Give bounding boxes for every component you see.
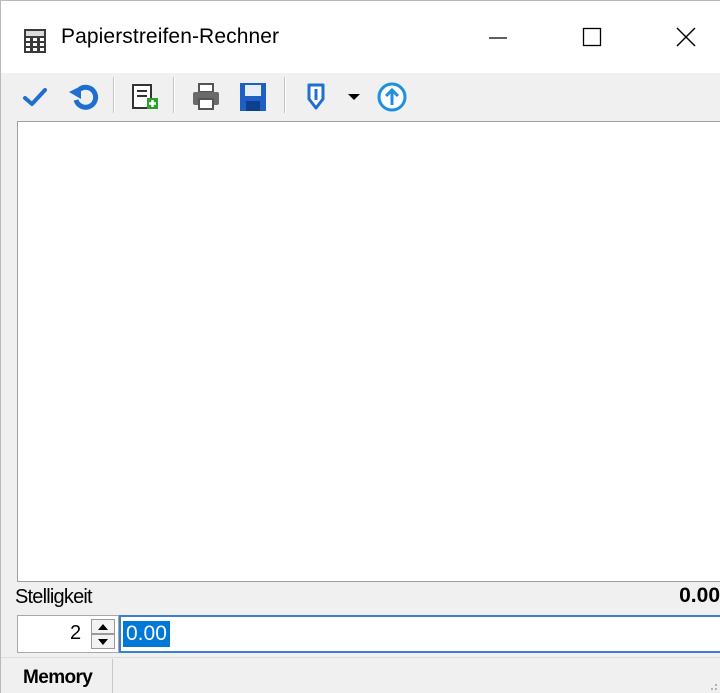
chevron-down-icon bbox=[98, 638, 108, 645]
total-display: 0.00 bbox=[679, 584, 720, 607]
paper-tape-area[interactable] bbox=[17, 121, 720, 582]
print-button[interactable] bbox=[187, 73, 225, 121]
checkmark-icon bbox=[23, 88, 47, 106]
number-entry-field[interactable]: 0.00 bbox=[119, 615, 720, 653]
toolbar-separator bbox=[284, 77, 286, 113]
close-button[interactable] bbox=[639, 1, 720, 73]
precision-stepper[interactable]: 2 bbox=[17, 615, 119, 653]
toolbar-separator bbox=[113, 77, 115, 113]
stepper-buttons bbox=[91, 619, 115, 649]
calculator-icon bbox=[23, 28, 47, 54]
window-title: Papierstreifen-Rechner bbox=[61, 25, 280, 48]
chevron-up-icon bbox=[98, 623, 108, 630]
new-entry-icon bbox=[132, 84, 158, 109]
maximize-button[interactable] bbox=[545, 1, 639, 73]
precision-value: 2 bbox=[70, 622, 82, 644]
memory-label: Memory bbox=[23, 667, 93, 688]
minimize-icon bbox=[489, 37, 507, 39]
chevron-down-icon bbox=[348, 94, 360, 100]
print-icon bbox=[193, 83, 219, 110]
memory-panel: Memory bbox=[15, 659, 113, 693]
precision-label: Stelligkeit bbox=[15, 586, 93, 608]
confirm-button[interactable] bbox=[19, 73, 51, 121]
new-entry-button[interactable] bbox=[127, 73, 163, 121]
minimize-button[interactable] bbox=[451, 1, 545, 73]
undo-icon bbox=[69, 84, 99, 110]
stepper-up-button[interactable] bbox=[91, 619, 115, 634]
clip-icon bbox=[307, 83, 325, 110]
upload-circle-icon bbox=[377, 82, 407, 112]
maximize-icon bbox=[582, 27, 602, 47]
title-bar[interactable]: Papierstreifen-Rechner bbox=[1, 1, 720, 73]
calculator-window: Papierstreifen-Rechner Stelligkeit 0.00 … bbox=[0, 0, 720, 693]
entry-value: 0.00 bbox=[123, 621, 170, 647]
close-icon bbox=[676, 27, 696, 47]
resize-grip-icon[interactable] bbox=[707, 680, 717, 690]
clip-dropdown-button[interactable] bbox=[343, 73, 365, 121]
clip-button[interactable] bbox=[299, 73, 333, 121]
stepper-down-button[interactable] bbox=[91, 634, 115, 649]
undo-button[interactable] bbox=[65, 73, 101, 121]
save-button[interactable] bbox=[233, 73, 273, 121]
toolbar-separator bbox=[173, 77, 175, 113]
upload-button[interactable] bbox=[373, 73, 411, 121]
save-icon bbox=[240, 83, 266, 111]
status-bar: Memory bbox=[1, 657, 720, 693]
toolbar bbox=[1, 73, 720, 121]
